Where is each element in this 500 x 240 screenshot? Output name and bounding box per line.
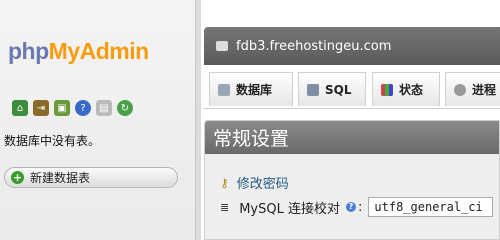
query-window-icon[interactable]: ▣ — [54, 100, 70, 116]
collation-label: MySQL 连接校对 — [239, 201, 340, 217]
phpmyadmin-logo[interactable]: phpMyAdmin — [8, 38, 149, 65]
collation-icon: ≣ — [220, 200, 230, 214]
status-icon — [381, 83, 393, 96]
collation-select[interactable]: utf8_general_ci — [368, 197, 494, 217]
colon-text: : — [358, 199, 363, 215]
sql-icon — [307, 83, 319, 96]
key-icon: ⚷ — [220, 175, 229, 190]
top-menu-tabs: 数据库 SQL 状态 进程 — [204, 68, 500, 109]
tab-label: 状态 — [399, 83, 424, 97]
tab-label: SQL — [325, 82, 352, 97]
logo-myadmin-text: MyAdmin — [48, 38, 150, 64]
general-settings-panel: 常规设置 ⚷ 修改密码 ≣ MySQL 连接校对 ? : utf8_genera… — [204, 120, 500, 240]
no-tables-message: 数据库中没有表。 — [4, 134, 101, 148]
tab-label: 进程 — [472, 83, 497, 97]
plus-icon: + — [11, 171, 24, 184]
help-icon[interactable]: ? — [75, 100, 91, 116]
navigation-icons: ⌂ ⇥ ▣ ? ▤ ↻ — [12, 100, 133, 116]
tab-status[interactable]: 状态 — [372, 72, 440, 106]
change-password-link[interactable]: 修改密码 — [237, 173, 289, 192]
help-icon[interactable]: ? — [346, 202, 356, 212]
tab-processes[interactable]: 进程 — [445, 72, 500, 106]
new-table-label: 新建数据表 — [30, 171, 91, 185]
home-icon[interactable]: ⌂ — [12, 100, 28, 116]
change-password-row: ⚷ 修改密码 — [220, 173, 289, 193]
collation-row: ≣ MySQL 连接校对 ? : utf8_general_ci — [220, 197, 494, 217]
server-name[interactable]: fdb3.freehostingeu.com — [236, 39, 391, 54]
database-icon — [218, 83, 230, 96]
gear-icon — [454, 83, 466, 96]
tab-databases[interactable]: 数据库 — [209, 72, 293, 106]
tab-sql[interactable]: SQL — [298, 72, 366, 106]
server-breadcrumb: fdb3.freehostingeu.com — [204, 27, 500, 65]
server-icon — [216, 41, 228, 51]
main-content: fdb3.freehostingeu.com 数据库 SQL 状态 进程 常规设… — [201, 0, 500, 240]
logo-php-text: php — [8, 38, 49, 64]
new-table-button[interactable]: + 新建数据表 — [4, 167, 178, 188]
navigation-panel: phpMyAdmin ⌂ ⇥ ▣ ? ▤ ↻ 数据库中没有表。 + 新建数据表 — [0, 0, 195, 240]
general-settings-title: 常规设置 — [205, 121, 499, 154]
docs-icon[interactable]: ▤ — [96, 100, 112, 116]
tab-label: 数据库 — [236, 83, 273, 97]
reload-icon[interactable]: ↻ — [117, 100, 133, 116]
exit-icon[interactable]: ⇥ — [33, 100, 49, 116]
